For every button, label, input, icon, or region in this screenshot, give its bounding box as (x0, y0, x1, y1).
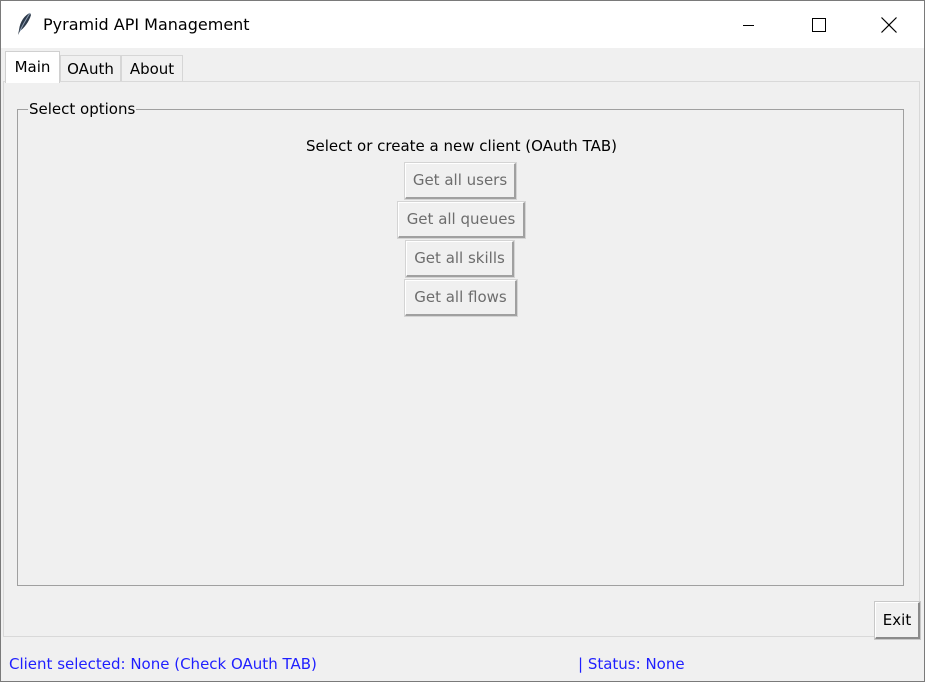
instruction-text: Select or create a new client (OAuth TAB… (306, 137, 617, 155)
get-all-queues-button[interactable]: Get all queues (397, 201, 526, 239)
app-window: Pyramid API Management Main OAuth About (0, 0, 925, 682)
tab-oauth[interactable]: OAuth (60, 55, 121, 82)
close-button[interactable] (854, 1, 924, 48)
client-status-label: Client selected: None (Check OAuth TAB) (9, 655, 317, 673)
feather-icon (15, 12, 35, 36)
get-all-users-button[interactable]: Get all users (404, 162, 517, 200)
status-label: | Status: None (578, 655, 685, 673)
groupbox-title: Select options (28, 100, 137, 118)
title-bar[interactable]: Pyramid API Management (1, 1, 924, 48)
instruction-label: Select or create a new client (OAuth TAB… (1, 137, 925, 155)
maximize-button[interactable] (784, 1, 854, 48)
tab-main[interactable]: Main (5, 51, 60, 83)
get-all-flows-button[interactable]: Get all flows (404, 279, 518, 317)
get-all-skills-button[interactable]: Get all skills (405, 240, 515, 278)
close-icon (881, 16, 897, 33)
exit-button[interactable]: Exit (874, 601, 921, 640)
minimize-icon (743, 19, 755, 31)
minimize-button[interactable] (714, 1, 784, 48)
tab-about[interactable]: About (121, 55, 183, 82)
window-title: Pyramid API Management (43, 15, 250, 34)
maximize-icon (812, 17, 826, 32)
